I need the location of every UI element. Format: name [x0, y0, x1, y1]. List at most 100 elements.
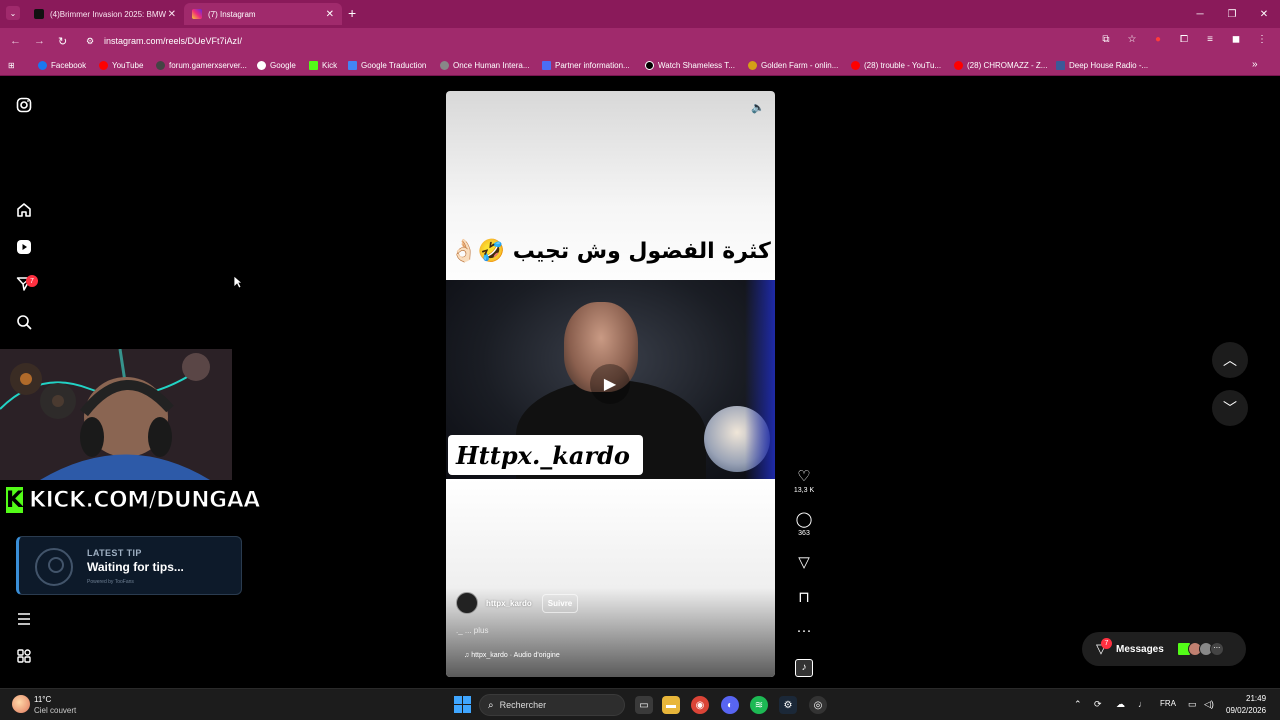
window-controls: ─ ❐ ✕ [1184, 0, 1280, 28]
sync-icon[interactable]: ⟳ [1094, 699, 1102, 710]
volume-icon[interactable]: 🔈 [751, 101, 765, 114]
media-control-icon[interactable]: ≡ [1202, 34, 1218, 45]
play-icon[interactable]: ▶ [590, 364, 630, 404]
tray-overflow-icon[interactable]: ⌃ [1074, 699, 1082, 710]
search-icon[interactable] [15, 313, 33, 331]
more-options-button[interactable]: ··· [790, 622, 818, 639]
clock-date[interactable]: 09/02/2026 [1226, 706, 1266, 715]
task-view-icon[interactable]: ▭ [635, 696, 653, 714]
back-icon[interactable]: ← [10, 35, 21, 47]
weather-description: Ciel couvert [34, 706, 77, 715]
close-window-icon[interactable]: ✕ [1248, 0, 1280, 28]
minimize-icon[interactable]: ─ [1184, 0, 1216, 28]
microphone-icon[interactable]: ♩ [1138, 699, 1147, 709]
bookmark-shameless[interactable]: Watch Shameless T... [645, 61, 735, 70]
forward-icon[interactable]: → [34, 35, 45, 47]
cloud-icon[interactable]: ☁ [1116, 699, 1125, 710]
reel-caption[interactable]: ._ ... plus [456, 626, 488, 635]
bookmark-once-human[interactable]: Once Human Intera... [440, 61, 529, 70]
bookmark-kick[interactable]: Kick [309, 61, 337, 70]
bookmark-forum[interactable]: forum.gamerxserver... [156, 61, 247, 70]
messages-badge: 7 [1101, 638, 1112, 649]
chrome-menu-icon[interactable]: ⋮ [1254, 34, 1270, 45]
weather-icon[interactable] [12, 695, 30, 713]
translate-icon [348, 61, 357, 70]
apps-grid-icon[interactable]: ⊞ [8, 61, 15, 70]
reels-icon[interactable] [15, 238, 33, 256]
menu-icon[interactable] [15, 610, 33, 628]
bookmark-chromazz[interactable]: (28) CHROMAZZ - Z... [954, 61, 1047, 70]
bookmark-google[interactable]: Google [257, 61, 296, 70]
file-explorer-icon[interactable]: ▬ [662, 696, 680, 714]
author-name[interactable]: httpx_kardo [486, 599, 532, 608]
audio-thumbnail-icon: ♪ [795, 659, 813, 677]
kick-logo-icon: K [4, 485, 26, 515]
restore-icon[interactable]: ❐ [1216, 0, 1248, 28]
profile-avatar-icon[interactable]: ◼ [1228, 34, 1244, 45]
youtube-icon [954, 61, 963, 70]
like-button[interactable]: ♡ 13,3 K [790, 467, 818, 494]
heart-icon: ♡ [797, 468, 811, 485]
close-tab-icon[interactable]: ✕ [326, 9, 334, 20]
webcam-feed [0, 349, 232, 480]
notification-badge: 7 [26, 275, 38, 287]
windows-start-icon[interactable] [454, 696, 471, 713]
more-bookmarks-icon[interactable]: » [1252, 59, 1258, 70]
bookmark-youtube[interactable]: YouTube [99, 61, 143, 70]
discord-icon[interactable]: ◐ [721, 696, 739, 714]
author-avatar[interactable] [456, 592, 478, 614]
share-button[interactable]: ▽ [790, 553, 818, 571]
bookmark-deep-house[interactable]: Deep House Radio -... [1056, 61, 1148, 70]
home-icon[interactable] [15, 201, 33, 219]
comment-count: 363 [798, 530, 810, 537]
close-tab-icon[interactable]: ✕ [168, 9, 176, 20]
more-dots-icon: ⋯ [1209, 642, 1224, 656]
audio-thumbnail[interactable]: ♪ [790, 657, 818, 677]
url-field[interactable]: instagram.com/reels/DUeVFt7iAzI/ [104, 36, 242, 46]
bookmark-star-icon[interactable]: ☆ [1124, 34, 1140, 45]
kick-icon [309, 61, 318, 70]
comment-button[interactable]: ◯ 363 [790, 510, 818, 537]
reel-video[interactable]: 🔈 كثرة الفضول وش تجيب 🤣👌🏻 ▶ Httpx._kardo… [446, 91, 775, 677]
more-dots-icon: ··· [796, 622, 812, 639]
follow-button[interactable]: Suivre [541, 593, 579, 613]
bookmark-partner-info[interactable]: Partner information... [542, 61, 630, 70]
spotify-icon[interactable]: ≋ [750, 696, 768, 714]
like-count: 13,3 K [793, 487, 815, 494]
tab-kick[interactable]: (4)Brimmer Invasion 2025: BMW ✕ [26, 3, 184, 25]
network-icon[interactable]: ▭ [1188, 699, 1197, 710]
address-bar-actions: ⧉ ☆ ● ⧠ ≡ ◼ ⋮ [1098, 34, 1270, 45]
steam-icon[interactable]: ⚙ [779, 696, 797, 714]
install-app-icon[interactable]: ⧉ [1098, 34, 1114, 45]
inset-photo [704, 406, 770, 472]
also-from-meta-icon[interactable] [15, 647, 33, 665]
send-icon: ▽ [798, 554, 810, 571]
volume-icon[interactable]: ◁) [1204, 699, 1214, 710]
clock-time[interactable]: 21:49 [1246, 694, 1266, 703]
tab-instagram[interactable]: (7) Instagram ✕ [184, 3, 342, 25]
reload-icon[interactable]: ↻ [58, 35, 67, 48]
extensions-puzzle-icon[interactable]: ⧠ [1176, 34, 1192, 45]
kick-channel-banner: K KICK.COM/DUNGAA [4, 482, 261, 518]
bookmark-facebook[interactable]: Facebook [38, 61, 86, 70]
once-human-icon [440, 61, 449, 70]
reel-watermark: Httpx._kardo [448, 435, 643, 475]
bookmark-google-traduction[interactable]: Google Traduction [348, 61, 426, 70]
google-icon [257, 61, 266, 70]
chrome-icon[interactable]: ◉ [691, 696, 709, 714]
next-reel-icon[interactable]: ﹀ [1212, 390, 1248, 426]
bookmark-golden-farm[interactable]: Golden Farm - onlin... [748, 61, 838, 70]
obs-icon[interactable]: ◎ [809, 696, 827, 714]
tab-search-dropdown-icon[interactable]: ⌄ [6, 6, 20, 20]
new-tab-icon[interactable]: + [348, 5, 356, 21]
instagram-logo-icon[interactable] [15, 96, 33, 114]
bookmark-trouble[interactable]: (28) trouble - YouTu... [851, 61, 941, 70]
previous-reel-icon[interactable]: ︿ [1212, 342, 1248, 378]
messages-avatars: ⋯ [1176, 642, 1224, 656]
language-indicator[interactable]: FRA [1160, 699, 1176, 708]
site-info-icon[interactable]: ⚙ [86, 36, 94, 47]
save-button[interactable]: ⊓ [790, 588, 818, 606]
extension-red-icon[interactable]: ● [1150, 34, 1166, 45]
taskbar-search[interactable]: ⌕ Rechercher [479, 694, 625, 716]
audio-link[interactable]: ♫ httpx_kardo · Audio d'origine [464, 652, 560, 659]
